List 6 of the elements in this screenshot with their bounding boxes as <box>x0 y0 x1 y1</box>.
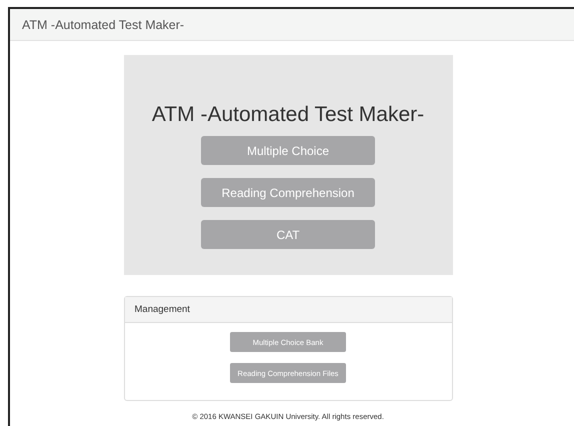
hero-title: ATM -Automated Test Maker- <box>152 103 424 127</box>
menu-button[interactable]: Reading Comprehension <box>201 178 375 207</box>
menu-button[interactable]: CAT <box>201 220 375 249</box>
menu-button[interactable]: Multiple Choice <box>201 136 375 165</box>
navbar-brand[interactable]: ATM -Automated Test Maker- <box>22 18 184 32</box>
panel-heading: Management <box>134 304 190 315</box>
